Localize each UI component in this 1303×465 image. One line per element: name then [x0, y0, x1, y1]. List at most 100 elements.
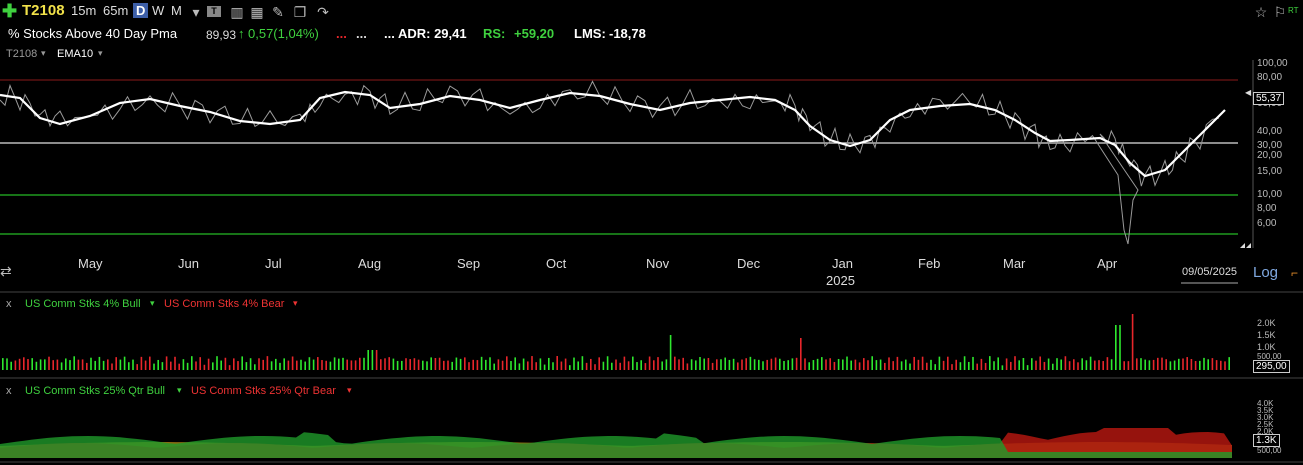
lock-icon[interactable]: ⌐: [1291, 266, 1298, 280]
volume-bar: [1115, 325, 1117, 370]
volume-bar: [1136, 358, 1138, 370]
chevron-down-icon[interactable]: ▾: [150, 298, 155, 309]
volume-bar: [409, 359, 411, 370]
volume-bar: [770, 358, 773, 370]
volume-bar: [245, 362, 248, 370]
volume-bar: [968, 361, 970, 370]
volume-bar: [102, 360, 105, 370]
volume-bar: [199, 357, 201, 370]
log-scale-toggle[interactable]: Log: [1253, 264, 1278, 281]
volume-bar: [942, 360, 945, 370]
zoom-icon[interactable]: ⇄: [0, 263, 12, 280]
volume-bar: [2, 358, 4, 370]
volume-bar: [888, 357, 890, 370]
y-tick-label: 80,00: [1257, 72, 1283, 83]
volume-bar: [144, 360, 147, 370]
volume-bar: [787, 360, 789, 370]
volume-bar: [1039, 356, 1041, 370]
volume-bar: [1182, 358, 1184, 370]
volume-bar: [527, 361, 529, 370]
volume-bar: [60, 362, 63, 370]
volume-bar: [203, 364, 206, 370]
volume-bar: [10, 361, 12, 370]
volume-bar: [695, 360, 697, 370]
volume-bar: [228, 365, 231, 370]
volume-bar: [291, 356, 294, 370]
volume-bar: [1005, 358, 1008, 370]
volume-bar: [149, 356, 151, 370]
volume-bar: [917, 359, 920, 370]
volume-bar: [367, 350, 369, 370]
volume-bar: [774, 357, 777, 370]
ema10-series-line: [0, 90, 1226, 178]
volume-bar: [938, 356, 941, 370]
volume-bar: [338, 358, 340, 370]
volume-bar: [1224, 361, 1226, 370]
close-panel-button[interactable]: x: [6, 298, 12, 310]
volume-bar: [52, 360, 54, 370]
current-value-arrow-icon: ◀: [1245, 88, 1252, 97]
volume-bar: [1031, 358, 1033, 370]
volume-bar: [468, 362, 470, 370]
volume-bar: [27, 359, 29, 370]
volume-bar: [1152, 359, 1155, 370]
volume-bar: [182, 359, 185, 370]
volume-bar: [224, 357, 227, 370]
volume-bar: [615, 359, 617, 370]
volume-bar: [560, 361, 563, 370]
volume-bar: [485, 359, 487, 370]
volume-bar: [237, 361, 239, 370]
volume-bar: [585, 362, 588, 370]
bear-legend[interactable]: US Comm Stks 25% Qtr Bear: [191, 385, 336, 397]
bear-legend[interactable]: US Comm Stks 4% Bear: [164, 298, 284, 310]
volume-bar: [896, 356, 899, 370]
volume-bar: [296, 360, 298, 370]
volume-bar: [1047, 358, 1050, 370]
volume-bar: [636, 362, 638, 370]
volume-bar: [39, 359, 42, 370]
volume-bar: [1081, 358, 1083, 370]
volume-bar: [1161, 357, 1163, 370]
bull-legend[interactable]: US Comm Stks 25% Qtr Bull: [25, 385, 165, 397]
volume-bar: [997, 357, 999, 370]
volume-bar: [1165, 359, 1167, 370]
volume-bar: [858, 362, 861, 370]
volume-bar: [207, 358, 210, 370]
volume-bar: [657, 357, 659, 370]
volume-bar: [501, 360, 504, 370]
volume-bar: [972, 356, 974, 370]
volume-bar: [312, 359, 315, 370]
volume-bar: [191, 356, 193, 370]
volume-bar: [1190, 358, 1193, 370]
volume-bar: [795, 357, 798, 370]
volume-bar: [816, 358, 819, 370]
chevron-down-icon[interactable]: ▾: [177, 385, 182, 396]
volume-bar: [611, 362, 613, 370]
volume-bar: [1026, 365, 1029, 370]
y-tick-label: 500,00: [1257, 446, 1282, 455]
volume-bar: [233, 358, 235, 370]
volume-bar: [275, 358, 277, 370]
volume-bar: [682, 357, 684, 370]
volume-bar: [690, 359, 693, 370]
volume-bar: [123, 356, 126, 370]
volume-bar: [821, 357, 823, 370]
volume-bar: [401, 360, 403, 370]
volume-bar: [90, 357, 92, 370]
bull-legend[interactable]: US Comm Stks 4% Bull: [25, 298, 141, 310]
volume-bar: [749, 356, 752, 370]
volume-bar: [606, 356, 609, 370]
volume-bar: [833, 361, 836, 370]
volume-bar: [921, 356, 924, 370]
volume-bar: [459, 358, 462, 370]
close-panel-button[interactable]: x: [6, 385, 12, 397]
chevron-down-icon[interactable]: ▾: [293, 298, 298, 309]
volume-bar: [825, 359, 827, 370]
scroll-marker-icon[interactable]: [1246, 243, 1251, 248]
volume-bar: [128, 362, 130, 370]
y-tick-label: 20,00: [1257, 150, 1283, 161]
month-label: Jun: [178, 256, 199, 271]
chevron-down-icon[interactable]: ▾: [347, 385, 352, 396]
scroll-marker-icon[interactable]: [1240, 243, 1245, 248]
date-label: 09/05/2025: [1182, 266, 1238, 278]
